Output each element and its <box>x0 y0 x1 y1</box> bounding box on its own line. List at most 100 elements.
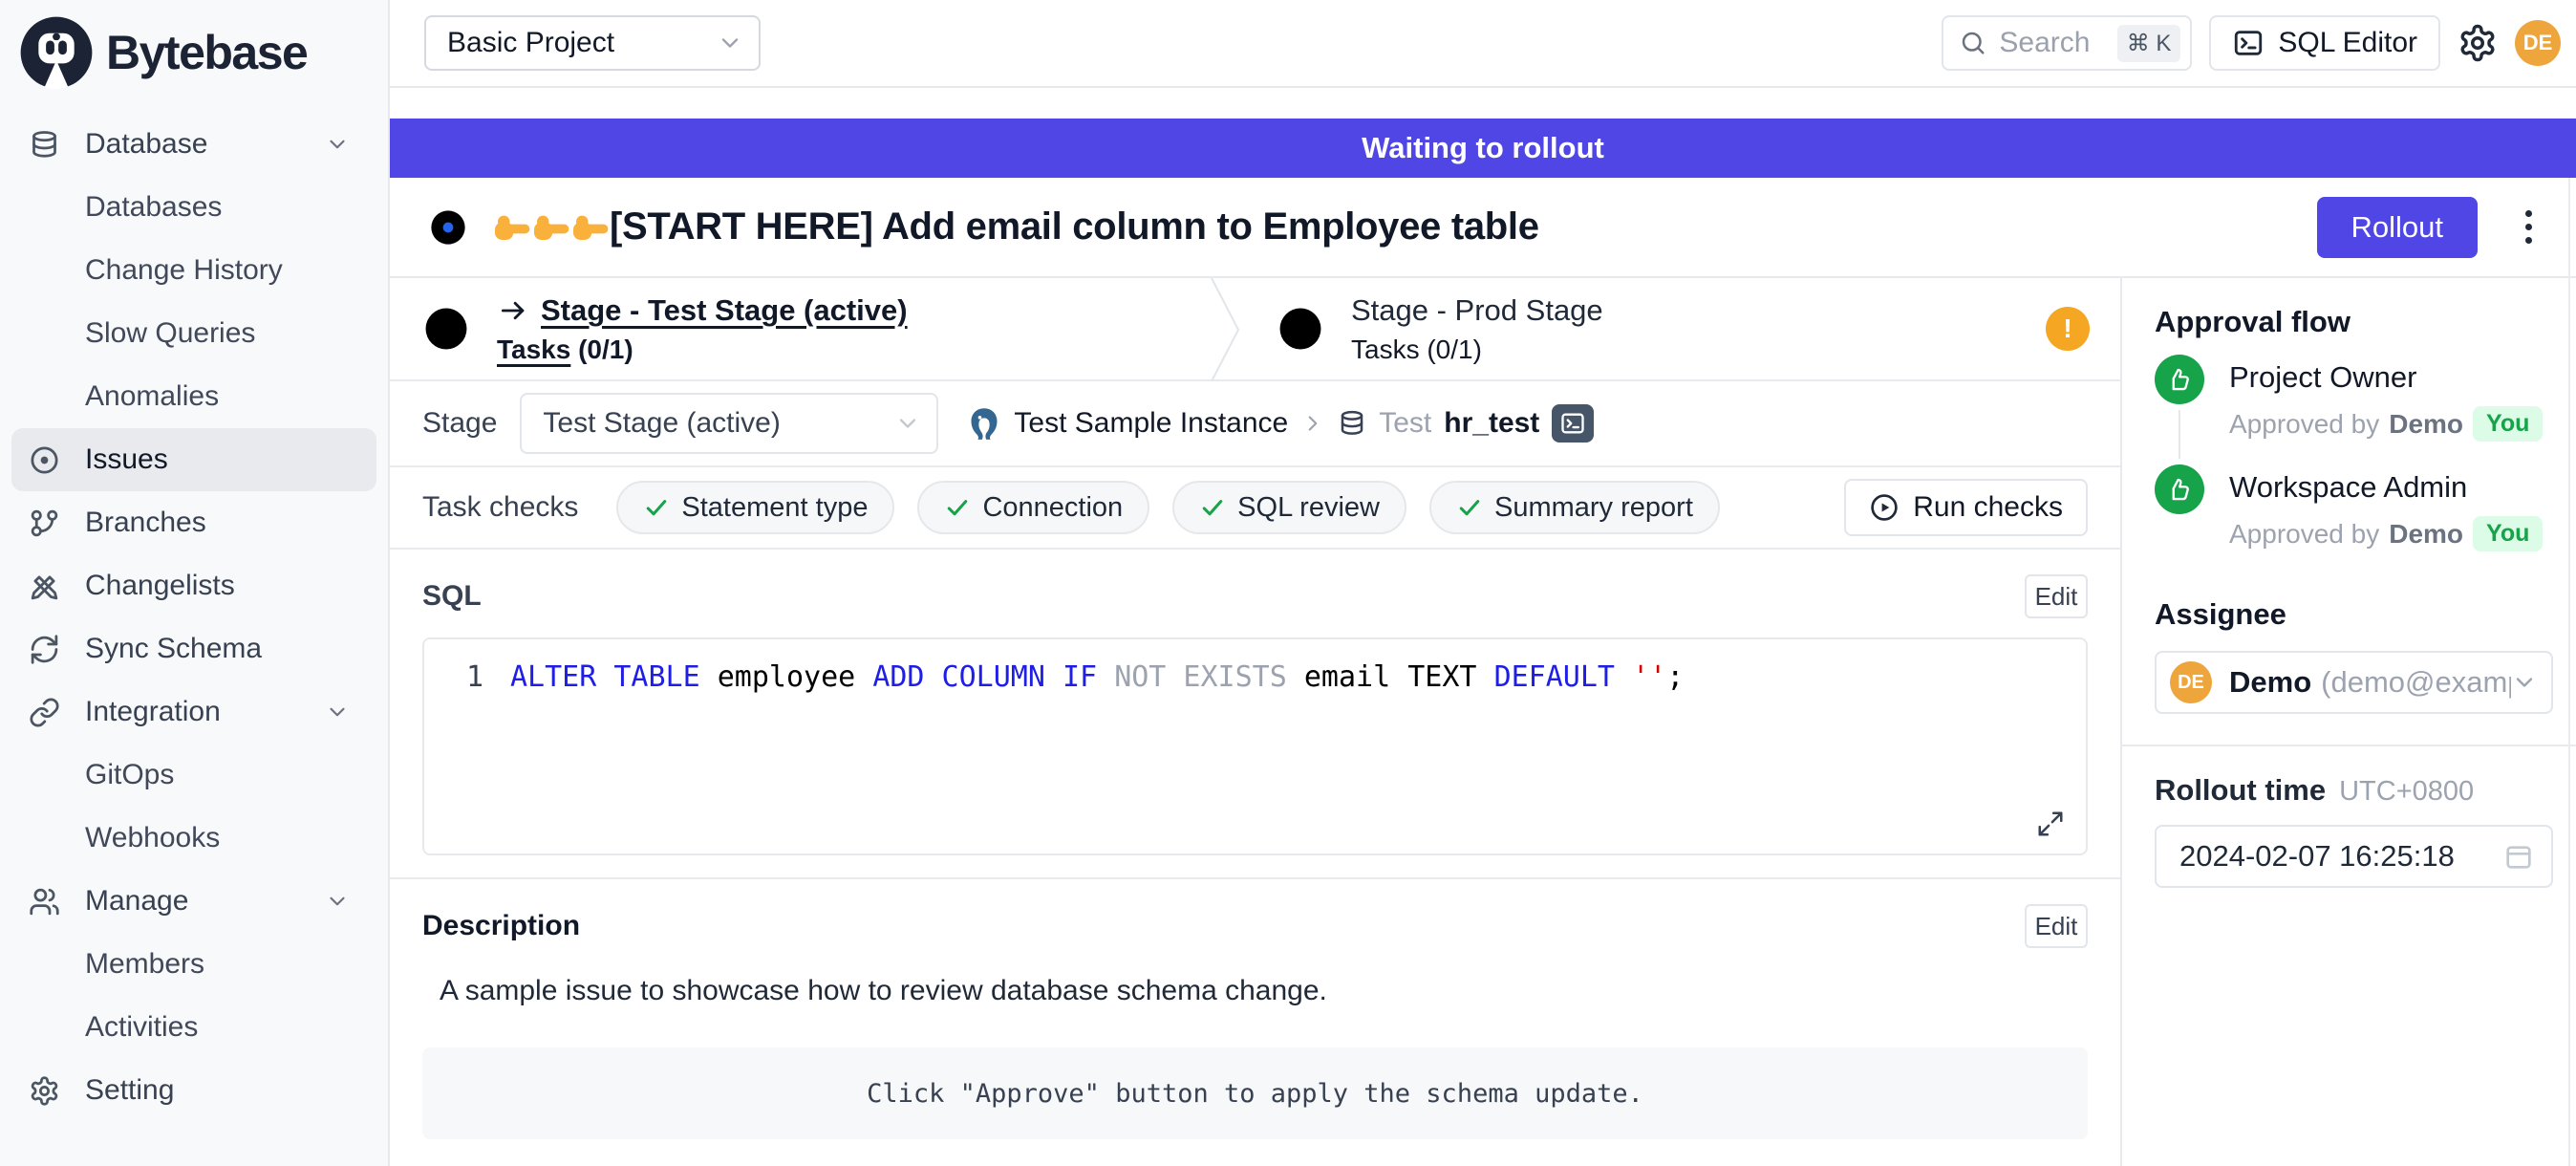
sidebar-item-integration[interactable]: Integration <box>0 680 388 744</box>
open-sql-console-button[interactable] <box>1552 404 1594 443</box>
approval-step: Project Owner Approved by Demo You <box>2155 355 2553 464</box>
status-banner: Waiting to rollout <box>390 119 2576 178</box>
rollout-button[interactable]: Rollout <box>2317 197 2479 258</box>
you-badge: You <box>2473 406 2543 442</box>
project-selector[interactable]: Basic Project <box>424 15 761 71</box>
scrollbar-gutter[interactable] <box>2568 178 2570 1166</box>
check-icon <box>1199 494 1226 521</box>
check-pill-label: Summary report <box>1494 492 1693 524</box>
sidebar-item-label: Databases <box>85 191 222 224</box>
approval-flow-title: Approval flow <box>2155 305 2553 339</box>
stage-select-dropdown[interactable]: Test Stage (active) <box>520 393 938 454</box>
assignee-select[interactable]: DE Demo (demo@example <box>2155 651 2553 714</box>
sidebar-item-label: Branches <box>85 507 206 539</box>
more-actions-menu[interactable] <box>2520 205 2538 249</box>
pointing-right-emoji <box>493 208 531 247</box>
sidebar-item-webhooks[interactable]: Webhooks <box>0 807 388 870</box>
expand-fullscreen-icon[interactable] <box>2036 810 2065 838</box>
stage-tasks-link[interactable]: Tasks <box>497 335 570 364</box>
git-branch-icon <box>29 507 60 539</box>
terminal-icon <box>2232 27 2265 59</box>
play-circle-icon <box>1869 492 1900 523</box>
stage-name[interactable]: Stage - Prod Stage <box>1351 293 1603 328</box>
chevron-down-icon <box>325 889 350 914</box>
sidebar-item-changelists[interactable]: Changelists <box>0 554 388 617</box>
check-pill-summary-report[interactable]: Summary report <box>1429 481 1720 534</box>
check-pill-statement-type[interactable]: Statement type <box>616 481 894 534</box>
search-shortcut-badge: ⌘ K <box>2117 25 2181 62</box>
current-stage-arrow-icon <box>497 294 529 327</box>
panel-divider <box>2122 745 2576 746</box>
sidebar-item-label: Issues <box>85 443 168 476</box>
approved-thumbs-up-icon <box>2155 464 2204 514</box>
postgresql-icon <box>967 406 1001 441</box>
database-link[interactable]: hr_test <box>1444 407 1539 440</box>
stage-name[interactable]: Stage - Test Stage (active) <box>541 293 908 328</box>
sql-edit-button[interactable]: Edit <box>2025 574 2088 618</box>
assignee-avatar: DE <box>2170 661 2212 703</box>
chevron-down-icon <box>894 410 921 437</box>
sql-code-editor[interactable]: 1 ALTER TABLE employee ADD COLUMN IF NOT… <box>422 637 2088 855</box>
description-section: Description Edit A sample issue to showc… <box>390 879 2120 1139</box>
sidebar-item-gitops[interactable]: GitOps <box>0 744 388 807</box>
sidebar-item-database[interactable]: Database <box>0 113 388 176</box>
environment-label: Test <box>1379 407 1431 440</box>
description-note-box: Click "Approve" button to apply the sche… <box>422 1047 2088 1139</box>
assignee-email: (demo@example <box>2321 665 2511 700</box>
brand-logo[interactable]: Bytebase <box>0 0 388 90</box>
check-pill-label: Connection <box>982 492 1123 524</box>
sidebar-item-label: Integration <box>85 696 221 728</box>
run-checks-label: Run checks <box>1913 491 2063 524</box>
sidebar-item-label: Activities <box>85 1011 198 1044</box>
approver-name: Demo <box>2389 519 2463 550</box>
instance-link[interactable]: Test Sample Instance <box>1014 407 1288 440</box>
task-checks-row: Task checks Statement type Connection SQ… <box>390 467 2120 550</box>
sidebar-item-issues[interactable]: Issues <box>11 428 376 491</box>
sql-editor-button[interactable]: SQL Editor <box>2209 15 2440 71</box>
assignee-name: Demo <box>2229 665 2311 700</box>
rollout-time-value: 2024-02-07 16:25:18 <box>2179 839 2455 874</box>
top-bar: Basic Project Search ⌘ K SQL Editor DE <box>390 0 2576 88</box>
you-badge: You <box>2473 516 2543 551</box>
sidebar-item-setting[interactable]: Setting <box>0 1059 388 1122</box>
check-icon <box>643 494 670 521</box>
sidebar-item-sync-schema[interactable]: Sync Schema <box>0 617 388 680</box>
stage-card-test[interactable]: Stage - Test Stage (active) Tasks (0/1) <box>390 278 1208 379</box>
approval-role: Workspace Admin <box>2229 470 2543 505</box>
users-icon <box>29 886 60 918</box>
stage-selector-label: Stage <box>422 407 497 440</box>
issue-title: [START HERE] Add email column to Employe… <box>610 205 1539 248</box>
run-checks-button[interactable]: Run checks <box>1844 479 2088 536</box>
sidebar-item-activities[interactable]: Activities <box>0 996 388 1059</box>
sidebar-item-databases[interactable]: Databases <box>0 176 388 239</box>
chevron-down-icon <box>717 30 743 56</box>
settings-gear-icon[interactable] <box>2458 23 2498 63</box>
sidebar-item-label: Database <box>85 128 207 161</box>
sidebar-item-members[interactable]: Members <box>0 933 388 996</box>
approval-role: Project Owner <box>2229 360 2543 395</box>
approver-name: Demo <box>2389 409 2463 440</box>
sidebar-item-slow-queries[interactable]: Slow Queries <box>0 302 388 365</box>
sidebar-item-label: GitOps <box>85 759 174 791</box>
rollout-time-input[interactable]: 2024-02-07 16:25:18 <box>2155 825 2553 888</box>
issue-header: [START HERE] Add email column to Employe… <box>390 178 2576 278</box>
check-pill-connection[interactable]: Connection <box>917 481 1149 534</box>
sidebar-item-change-history[interactable]: Change History <box>0 239 388 302</box>
description-edit-button[interactable]: Edit <box>2025 904 2088 948</box>
sidebar-item-label: Webhooks <box>85 822 220 854</box>
pointing-right-emoji <box>532 208 570 247</box>
description-body: A sample issue to showcase how to review… <box>422 975 2088 1007</box>
stage-card-prod[interactable]: Stage - Prod Stage Tasks (0/1) <box>1244 278 1603 379</box>
gear-icon <box>29 1075 60 1107</box>
sidebar-item-branches[interactable]: Branches <box>0 491 388 554</box>
sidebar-item-manage[interactable]: Manage <box>0 870 388 933</box>
sidebar-item-anomalies[interactable]: Anomalies <box>0 365 388 428</box>
stage-tasks-count: (0/1) <box>578 335 633 364</box>
sidebar-item-label: Setting <box>85 1074 174 1107</box>
check-pill-sql-review[interactable]: SQL review <box>1172 481 1406 534</box>
sidebar-item-label: Manage <box>85 885 188 918</box>
search-input[interactable]: Search ⌘ K <box>1942 15 2192 71</box>
pointing-right-emoji <box>571 208 610 247</box>
database-icon <box>29 129 60 161</box>
user-avatar[interactable]: DE <box>2515 20 2561 66</box>
